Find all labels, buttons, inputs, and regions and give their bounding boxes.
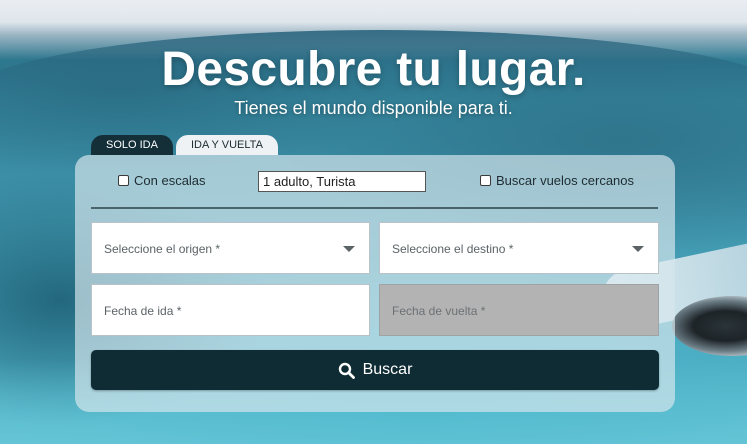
tab-one-way[interactable]: SOLO IDA [91,135,173,155]
nearby-checkbox[interactable] [480,175,491,186]
origin-select[interactable]: Seleccione el origen * [91,222,370,274]
nearby-checkbox-wrap[interactable]: Buscar vuelos cercanos [480,173,634,188]
return-date-field: Fecha de vuelta * [379,284,659,336]
nearby-label: Buscar vuelos cercanos [496,173,635,188]
hero-title: Descubre tu lugar. [161,43,586,96]
search-icon [338,362,355,379]
stops-checkbox-wrap[interactable]: Con escalas [118,173,206,188]
search-button[interactable]: Buscar [91,350,659,390]
return-placeholder: Fecha de vuelta * [392,304,486,318]
origin-placeholder: Seleccione el origen * [104,242,221,256]
hero-subtitle: Tienes el mundo disponible para ti. [234,98,513,118]
departure-placeholder: Fecha de ida * [104,304,182,318]
options-row: Con escalas 1 adulto, Turista Buscar vue… [75,169,675,193]
search-button-label: Buscar [362,361,413,378]
chevron-down-icon [632,246,644,252]
destination-placeholder: Seleccione el destino * [392,242,514,256]
divider [91,207,658,209]
search-card: Con escalas 1 adulto, Turista Buscar vue… [75,155,675,412]
trip-type-tabs: SOLO IDA IDA Y VUELTA [91,135,278,155]
tab-round-trip[interactable]: IDA Y VUELTA [175,135,278,155]
passengers-input[interactable]: 1 adulto, Turista [258,171,426,192]
chevron-down-icon [343,246,355,252]
stops-label: Con escalas [134,173,206,188]
destination-select[interactable]: Seleccione el destino * [379,222,659,274]
stops-checkbox[interactable] [118,175,129,186]
departure-date-field[interactable]: Fecha de ida * [91,284,370,336]
